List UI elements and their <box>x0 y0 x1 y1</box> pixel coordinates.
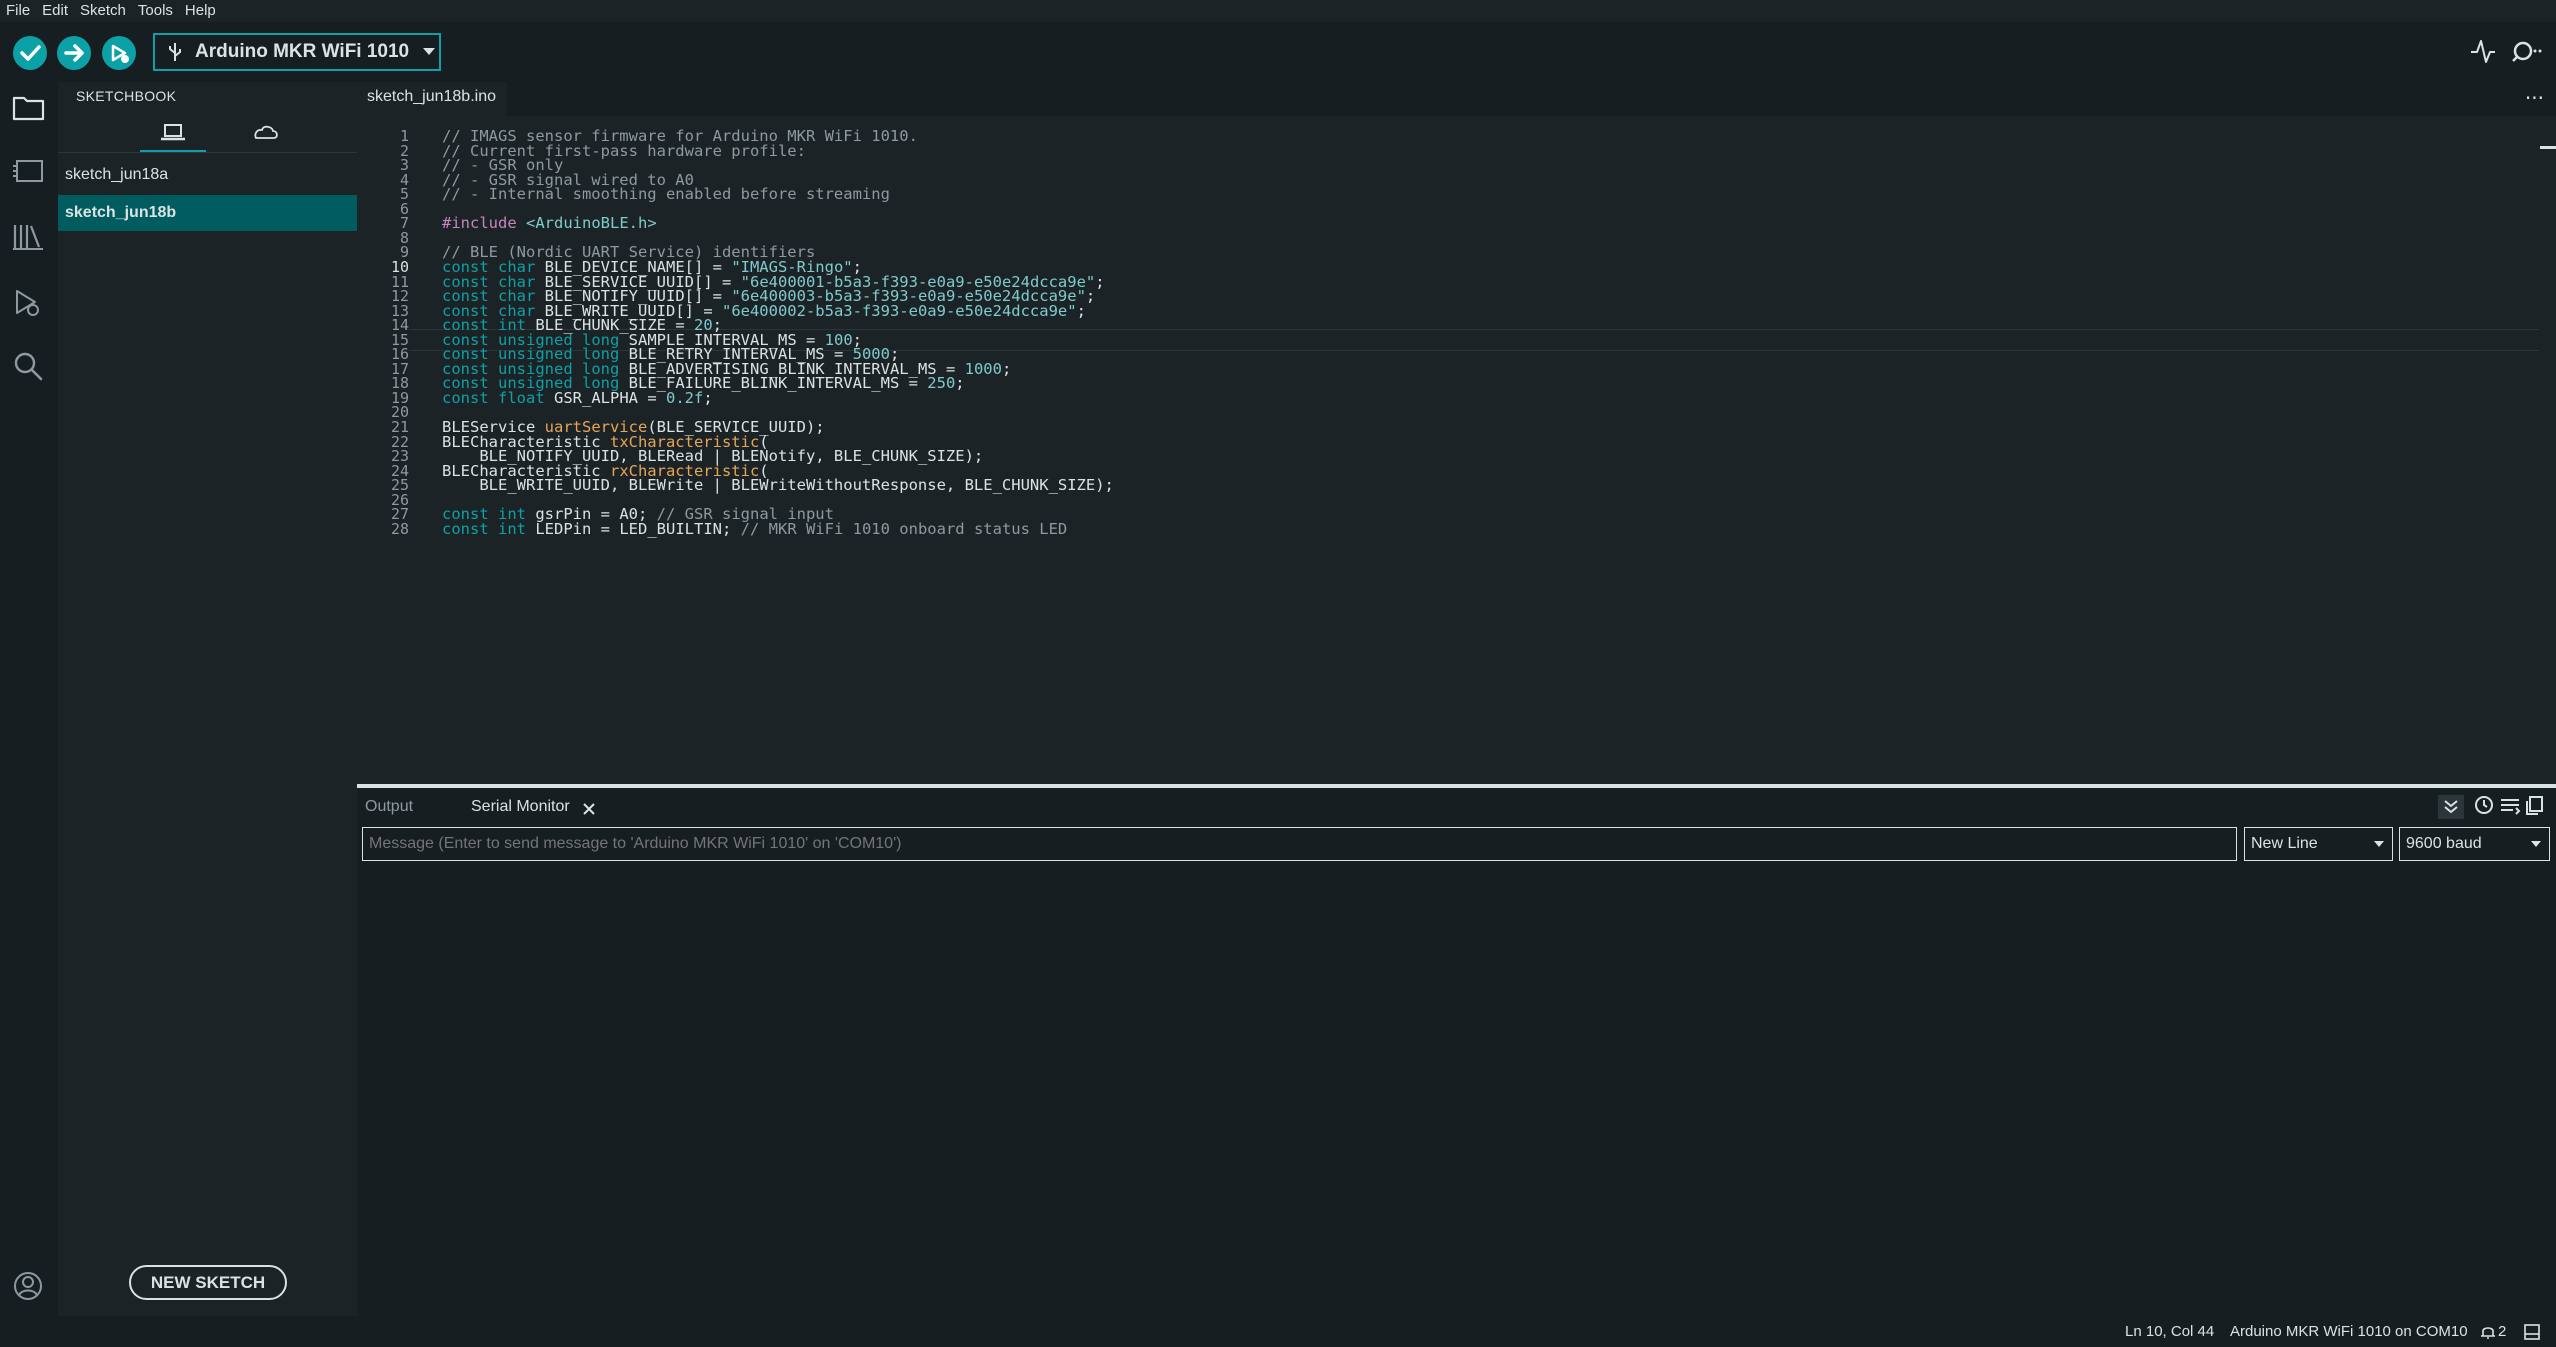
library-icon[interactable] <box>11 220 47 252</box>
notification-count[interactable]: 2 <box>2498 1323 2506 1340</box>
code-token: float <box>498 388 545 407</box>
code-token: int <box>498 519 527 538</box>
serial-message-input[interactable] <box>362 827 2237 861</box>
sketch-item-selected[interactable]: sketch_jun18b <box>58 195 357 231</box>
menu-tools[interactable]: Tools <box>132 0 179 22</box>
tab-local-sketchbook[interactable] <box>140 118 206 152</box>
activity-bar <box>0 82 58 1316</box>
code-token: #include <box>442 214 526 233</box>
code-token: // MKR WiFi 1010 onboard status LED <box>740 519 1068 538</box>
code-line: #include <ArduinoBLE.h> <box>442 214 657 232</box>
copy-icon[interactable] <box>2523 794 2545 816</box>
sketch-item[interactable]: sketch_jun18a <box>58 157 357 193</box>
bottom-panel: Output Serial Monitor New Line 9600 baud <box>357 788 2556 1316</box>
list-icon[interactable] <box>2499 794 2521 816</box>
tab-sketch-file[interactable]: sketch_jun18b.ino <box>357 82 507 116</box>
code-token: BLE_WRITE_UUID, BLEWrite | BLEWriteWitho… <box>442 476 1114 495</box>
code-line: const int LEDPin = LED_BUILTIN; // MKR W… <box>442 520 1067 538</box>
code-editor[interactable]: 1 2 3 4 5 6 7 8 9 10 11 12 13 14 15 16 17 18 19 20 21 22 23 24 2… <box>357 116 2556 784</box>
board-selector[interactable]: Arduino MKR WiFi 1010 <box>153 33 441 71</box>
cloud-icon <box>254 125 278 139</box>
pulse-icon <box>2471 40 2495 63</box>
magnifier-icon <box>2512 41 2542 65</box>
upload-button[interactable] <box>57 36 91 70</box>
code-token: ; <box>1095 272 1105 291</box>
debug-run-icon[interactable] <box>11 286 47 316</box>
serial-plotter-button[interactable] <box>2468 36 2498 70</box>
sidebar-divider <box>58 152 357 153</box>
code-token: <ArduinoBLE.h> <box>526 214 657 233</box>
panel-icon[interactable] <box>2523 1323 2541 1341</box>
code-token: const <box>442 388 489 407</box>
menu-edit[interactable]: Edit <box>36 0 74 22</box>
code-line: BLE_WRITE_UUID, BLEWrite | BLEWriteWitho… <box>442 476 1114 494</box>
menu-bar: File Edit Sketch Tools Help <box>0 0 2556 22</box>
new-sketch-button[interactable]: NEW SKETCH <box>129 1265 287 1300</box>
folder-icon[interactable] <box>11 92 47 122</box>
local-sketchbook-icon <box>161 124 185 141</box>
line-number-gutter: 1 2 3 4 5 6 7 8 9 10 11 12 13 14 15 16 17 18 19 20 21 22 23 24 2… <box>357 116 409 784</box>
code-token: 250 <box>927 374 956 393</box>
baud-rate-select[interactable]: 9600 baud <box>2399 827 2550 861</box>
code-token: 1000 <box>964 359 1002 378</box>
code-token: 0.2f <box>666 388 704 407</box>
collapse-icon[interactable] <box>2437 794 2465 820</box>
chevron-down-icon <box>423 48 436 55</box>
serial-monitor-button[interactable] <box>2510 36 2544 70</box>
editor-tab-bar: sketch_jun18b.ino ··· <box>357 82 2556 116</box>
arrow-right-icon <box>64 44 84 62</box>
chevron-down-icon <box>2374 841 2384 847</box>
baud-rate-value: 9600 baud <box>2406 835 2482 852</box>
code-token: ; <box>1076 301 1086 320</box>
more-actions-button[interactable]: ··· <box>2525 86 2544 110</box>
code-token: GSR_ALPHA = <box>544 388 667 407</box>
line-ending-value: New Line <box>2251 835 2318 852</box>
code-token: ; <box>703 388 713 407</box>
sidebar-title: SKETCHBOOK <box>76 88 177 104</box>
scrollbar-marker[interactable] <box>2540 146 2556 149</box>
cursor-position[interactable]: Ln 10, Col 44 <box>2125 1323 2214 1340</box>
board-port-status[interactable]: Arduino MKR WiFi 1010 on COM10 <box>2230 1323 2468 1340</box>
check-icon <box>20 45 41 61</box>
code-token: ; <box>1001 359 1012 378</box>
board-label: Arduino MKR WiFi 1010 <box>195 41 410 62</box>
board-manager-icon[interactable] <box>11 156 47 186</box>
debug-button[interactable] <box>102 36 136 70</box>
sketchbook-sidebar: SKETCHBOOK sketch_jun18a sketch_jun18b N… <box>58 82 357 1316</box>
account-icon[interactable] <box>11 1270 47 1302</box>
code-line: // - Internal smoothing enabled before s… <box>442 185 890 203</box>
tab-serial-monitor[interactable]: Serial Monitor <box>471 798 570 816</box>
menu-help[interactable]: Help <box>179 0 222 22</box>
tab-output[interactable]: Output <box>365 798 413 816</box>
close-icon[interactable] <box>582 802 596 816</box>
menu-file[interactable]: File <box>0 0 36 22</box>
code-token: ; <box>955 374 965 393</box>
chevron-down-icon <box>2531 841 2541 847</box>
verify-button[interactable] <box>13 36 47 70</box>
line-number: 28 <box>390 519 409 538</box>
tab-cloud-sketchbook[interactable] <box>232 118 298 150</box>
bell-icon[interactable] <box>2480 1323 2496 1341</box>
code-line: const float GSR_ALPHA = 0.2f; <box>442 389 713 407</box>
menu-sketch[interactable]: Sketch <box>74 0 132 22</box>
toolbar: Arduino MKR WiFi 1010 <box>0 22 2556 82</box>
code-token: LEDPin = LED_BUILTIN; <box>526 519 741 538</box>
code-token: // - Internal smoothing enabled before s… <box>442 185 890 204</box>
usb-icon <box>169 43 181 61</box>
line-ending-select[interactable]: New Line <box>2244 827 2393 861</box>
search-icon[interactable] <box>11 350 47 382</box>
code-token: ; <box>1085 287 1096 306</box>
code-token: "6e400002-b5a3-f393-e0a9-e50e24dcca9e" <box>721 301 1077 320</box>
debug-icon <box>111 44 129 63</box>
status-bar: Ln 10, Col 44 Arduino MKR WiFi 1010 on C… <box>0 1316 2556 1347</box>
clock-icon[interactable] <box>2473 794 2495 816</box>
code-token: const <box>442 519 489 538</box>
